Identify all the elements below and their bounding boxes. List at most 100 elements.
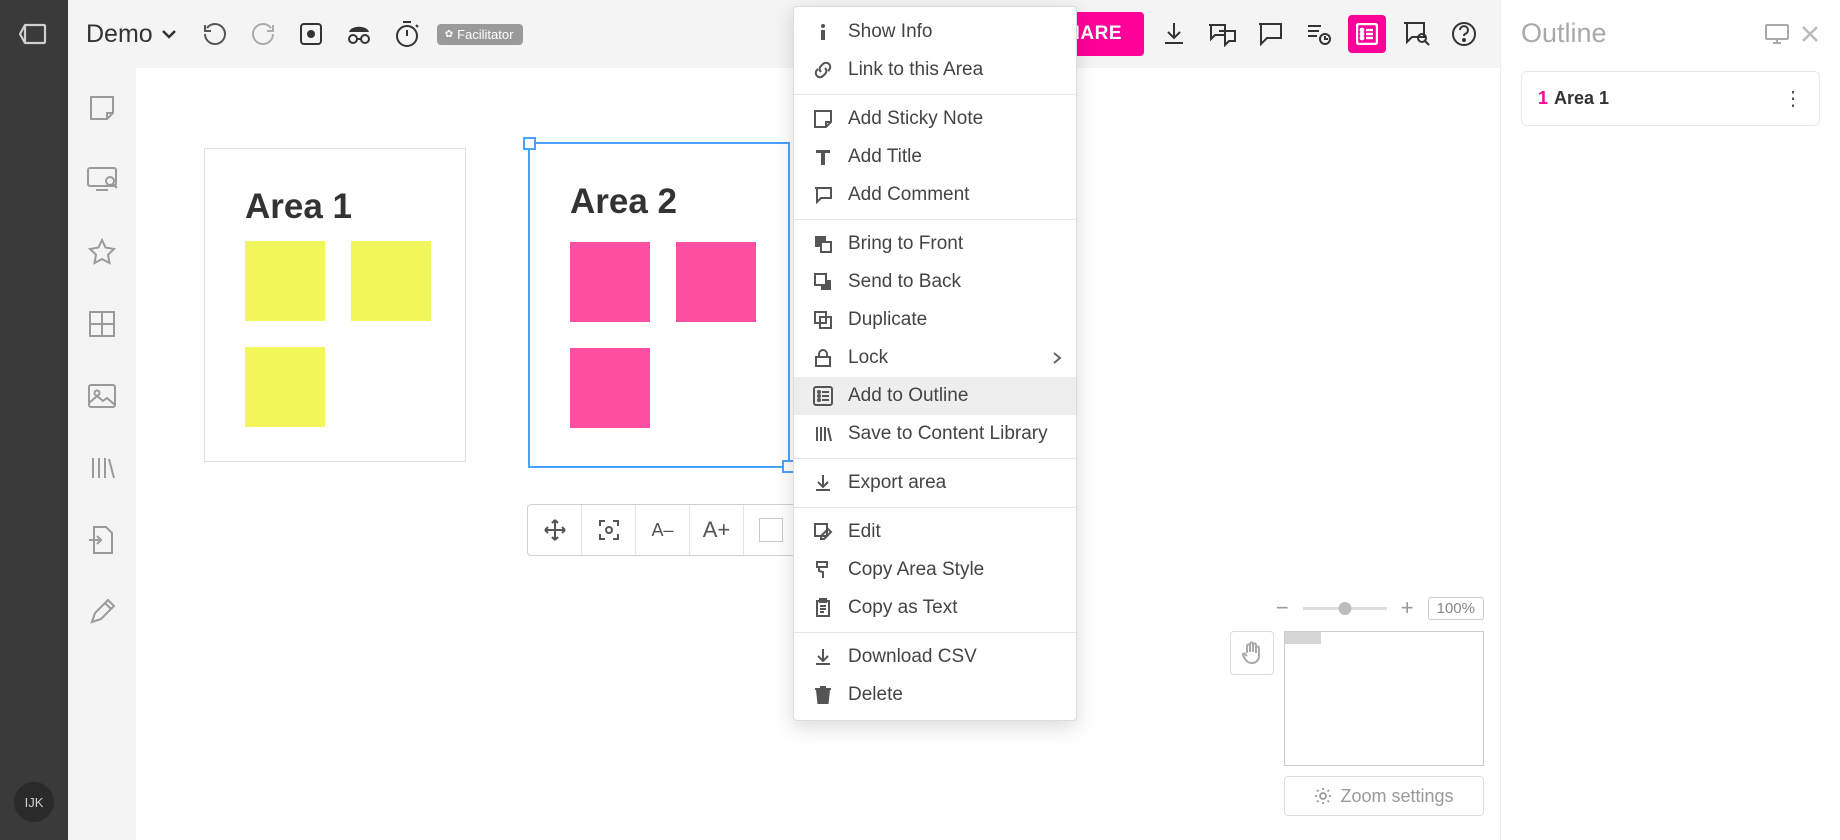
- zoom-out-button[interactable]: −: [1276, 595, 1289, 621]
- sticky-note[interactable]: [245, 241, 325, 321]
- ctx-bring-front[interactable]: Bring to Front: [794, 225, 1076, 263]
- ctx-lock[interactable]: Lock: [794, 339, 1076, 377]
- outline-item-menu-button[interactable]: ⋮: [1783, 86, 1803, 111]
- sticky-note[interactable]: [351, 241, 431, 321]
- avatar[interactable]: IJK: [14, 782, 54, 822]
- outline-toggle-button[interactable]: [1348, 15, 1386, 53]
- outline-list-icon: [1356, 23, 1378, 45]
- area-2[interactable]: Area 2: [528, 142, 790, 468]
- ctx-export-area[interactable]: Export area: [794, 464, 1076, 502]
- close-outline-button[interactable]: [1800, 24, 1820, 44]
- context-menu-separator: [794, 632, 1076, 633]
- ctx-label-bring-front: Bring to Front: [848, 233, 963, 255]
- image-tool[interactable]: [82, 376, 122, 416]
- present-button[interactable]: [1764, 23, 1790, 45]
- download-icon: [812, 646, 834, 668]
- ctx-label-lock: Lock: [848, 347, 888, 369]
- send-back-icon: [812, 271, 834, 293]
- library-tool[interactable]: [82, 448, 122, 488]
- minimap[interactable]: [1284, 631, 1484, 766]
- timer-button[interactable]: [389, 16, 425, 52]
- font-smaller-button[interactable]: A–: [636, 505, 690, 555]
- fit-icon: [598, 519, 620, 541]
- private-mode-button[interactable]: [341, 16, 377, 52]
- link-icon: [812, 59, 834, 81]
- ctx-add-outline[interactable]: Add to Outline: [794, 377, 1076, 415]
- favorite-tool[interactable]: [82, 232, 122, 272]
- zoom-slider[interactable]: [1303, 607, 1387, 610]
- export-button[interactable]: [1156, 16, 1192, 52]
- import-tool[interactable]: [82, 520, 122, 560]
- comment-icon: [812, 184, 834, 206]
- zoom-settings-label: Zoom settings: [1340, 786, 1453, 807]
- ctx-add-comment[interactable]: Add Comment: [794, 176, 1076, 214]
- chat-button[interactable]: [1204, 16, 1240, 52]
- undo-button[interactable]: [197, 16, 233, 52]
- undo-icon: [203, 22, 227, 46]
- ctx-save-library[interactable]: Save to Content Library: [794, 415, 1076, 453]
- image-icon: [87, 383, 117, 409]
- zoom-in-button[interactable]: +: [1401, 595, 1414, 621]
- sticky-note[interactable]: [245, 347, 325, 427]
- outline-item-label: Area 1: [1554, 88, 1783, 109]
- move-button[interactable]: [528, 505, 582, 555]
- back-button[interactable]: [0, 0, 68, 68]
- activity-button[interactable]: [1300, 16, 1336, 52]
- present-tool[interactable]: [82, 160, 122, 200]
- chevron-right-icon: [1052, 351, 1062, 365]
- help-button[interactable]: [1446, 16, 1482, 52]
- ctx-duplicate[interactable]: Duplicate: [794, 301, 1076, 339]
- pencil-icon: [89, 599, 115, 625]
- ctx-copy-text[interactable]: Copy as Text: [794, 589, 1076, 627]
- ctx-edit[interactable]: Edit: [794, 513, 1076, 551]
- trash-icon: [812, 684, 834, 706]
- font-bigger-button[interactable]: A+: [690, 505, 744, 555]
- ctx-download-csv[interactable]: Download CSV: [794, 638, 1076, 676]
- topbar: Demo Facilitator SHARE: [68, 0, 1500, 68]
- sticky-note-icon: [87, 93, 117, 123]
- minimap-viewport-indicator: [1285, 632, 1321, 644]
- zoom-settings-button[interactable]: Zoom settings: [1284, 776, 1484, 816]
- ctx-delete[interactable]: Delete: [794, 676, 1076, 714]
- color-swatch-button[interactable]: [744, 505, 798, 555]
- zoom-slider-knob[interactable]: [1338, 602, 1351, 615]
- sticky-note[interactable]: [570, 348, 650, 428]
- ctx-add-sticky[interactable]: Add Sticky Note: [794, 100, 1076, 138]
- context-menu-separator: [794, 507, 1076, 508]
- ctx-link-area[interactable]: Link to this Area: [794, 51, 1076, 89]
- ctx-label-add-title: Add Title: [848, 146, 922, 168]
- copy-style-icon: [812, 559, 834, 581]
- redo-button[interactable]: [245, 16, 281, 52]
- sticky-note[interactable]: [676, 242, 756, 322]
- fit-button[interactable]: [582, 505, 636, 555]
- outline-title: Outline: [1521, 18, 1754, 49]
- board-title[interactable]: Demo: [86, 20, 185, 49]
- ctx-label-save-library: Save to Content Library: [848, 423, 1048, 445]
- help-icon: [1451, 21, 1477, 47]
- sticky-tool[interactable]: [82, 88, 122, 128]
- close-icon: [1800, 24, 1820, 44]
- outline-item[interactable]: 1 Area 1 ⋮: [1521, 71, 1820, 126]
- ctx-show-info[interactable]: Show Info: [794, 13, 1076, 51]
- ctx-add-title[interactable]: Add Title: [794, 138, 1076, 176]
- area-1[interactable]: Area 1: [204, 148, 466, 462]
- move-icon: [544, 519, 566, 541]
- find-button[interactable]: [1398, 16, 1434, 52]
- pan-button[interactable]: [1230, 631, 1274, 675]
- comments-button[interactable]: [1252, 16, 1288, 52]
- facilitator-badge[interactable]: Facilitator: [437, 24, 524, 45]
- ctx-label-download-csv: Download CSV: [848, 646, 977, 668]
- record-button[interactable]: [293, 16, 329, 52]
- timer-icon: [394, 20, 420, 48]
- import-icon: [88, 525, 116, 555]
- ctx-copy-style[interactable]: Copy Area Style: [794, 551, 1076, 589]
- draw-tool[interactable]: [82, 592, 122, 632]
- sticky-note[interactable]: [570, 242, 650, 322]
- grid-tool[interactable]: [82, 304, 122, 344]
- hand-icon: [1241, 641, 1263, 665]
- avatar-initials: IJK: [25, 795, 44, 810]
- selection-handle-top-left[interactable]: [523, 137, 536, 150]
- ctx-send-back[interactable]: Send to Back: [794, 263, 1076, 301]
- title-icon: [812, 146, 834, 168]
- download-icon: [1162, 21, 1186, 47]
